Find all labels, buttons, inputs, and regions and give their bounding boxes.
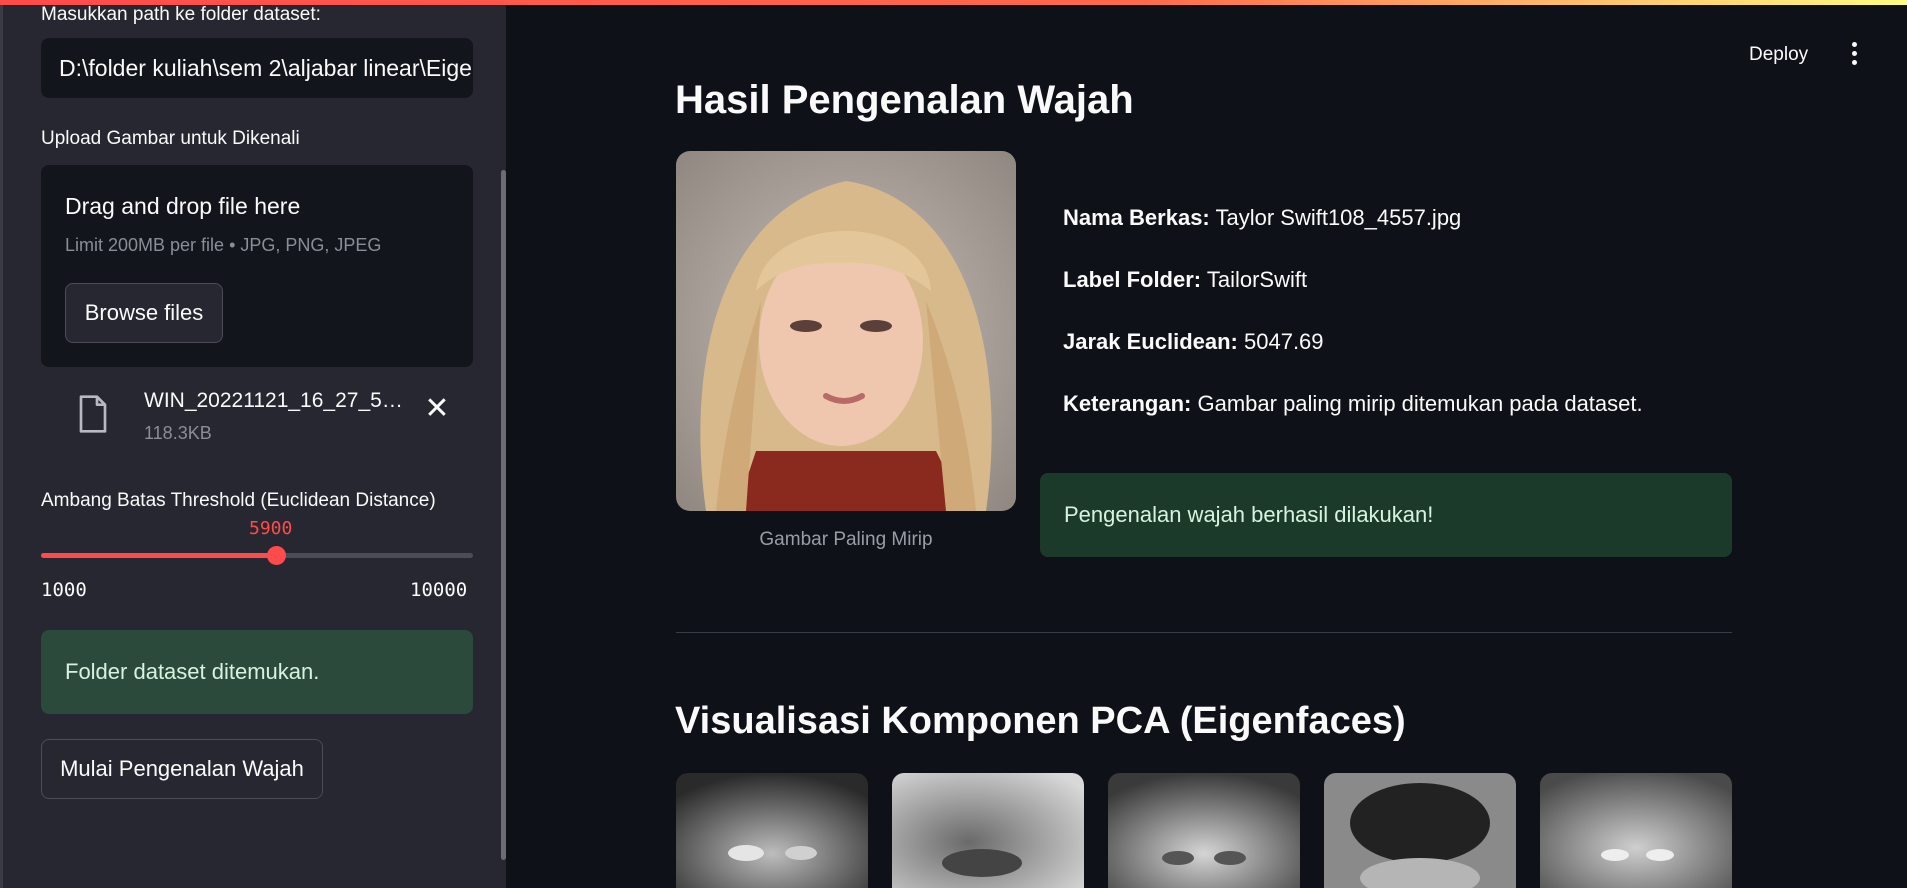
start-recognition-button[interactable]: Mulai Pengenalan Wajah xyxy=(41,739,323,799)
path-label: Masukkan path ke folder dataset: xyxy=(41,4,321,25)
threshold-slider[interactable] xyxy=(41,546,473,565)
info-description: Keterangan: Gambar paling mirip ditemuka… xyxy=(1063,391,1643,416)
sidebar: Masukkan path ke folder dataset: D:\fold… xyxy=(0,0,506,888)
slider-fill xyxy=(41,553,277,558)
info-label-folder: Label Folder: TailorSwift xyxy=(1063,267,1308,292)
threshold-value: 5900 xyxy=(249,518,293,539)
uploaded-file-size: 118.3KB xyxy=(144,423,212,443)
threshold-label: Ambang Batas Threshold (Euclidean Distan… xyxy=(41,490,436,511)
uploaded-file-row: WIN_20221121_16_27_52_Pro.jpg 118.3KB ✕ xyxy=(41,385,473,455)
matched-face-image xyxy=(676,151,1016,511)
threshold-min: 1000 xyxy=(41,579,87,601)
dataset-success-alert: Folder dataset ditemukan. xyxy=(41,630,473,714)
deploy-button[interactable]: Deploy xyxy=(1749,44,1808,66)
dropzone-title: Drag and drop file here xyxy=(65,193,301,219)
image-caption: Gambar Paling Mirip xyxy=(759,529,933,550)
browse-files-button[interactable]: Browse files xyxy=(65,283,223,343)
file-icon xyxy=(79,395,107,433)
info-filename: Nama Berkas: Taylor Swift108_4557.jpg xyxy=(1063,205,1462,230)
sidebar-scrollbar[interactable] xyxy=(501,170,506,860)
section-divider xyxy=(676,632,1732,633)
slider-thumb[interactable] xyxy=(267,546,287,565)
eigenface-image xyxy=(892,773,1084,888)
threshold-max: 10000 xyxy=(410,579,468,601)
pca-section-title: Visualisasi Komponen PCA (Eigenfaces) xyxy=(675,700,1406,742)
recognition-success-alert: Pengenalan wajah berhasil dilakukan! xyxy=(1040,473,1732,557)
uploaded-file-name: WIN_20221121_16_27_52_Pro.jpg xyxy=(144,389,409,412)
page-title: Hasil Pengenalan Wajah xyxy=(675,78,1134,122)
dataset-path-input[interactable]: D:\folder kuliah\sem 2\aljabar linear\Ei… xyxy=(41,38,473,98)
eigenface-image xyxy=(676,773,868,888)
info-euclidean-distance: Jarak Euclidean: 5047.69 xyxy=(1063,329,1324,354)
eigenface-image xyxy=(1540,773,1732,888)
file-dropzone[interactable]: Drag and drop file here Limit 200MB per … xyxy=(41,165,473,367)
eigenface-image xyxy=(1108,773,1300,888)
eigenface-image xyxy=(1324,773,1516,888)
top-decoration-bar xyxy=(0,0,1907,5)
close-icon[interactable]: ✕ xyxy=(419,391,455,427)
upload-label: Upload Gambar untuk Dikenali xyxy=(41,128,300,149)
dropzone-limit-text: Limit 200MB per file • JPG, PNG, JPEG xyxy=(65,235,382,255)
more-vertical-icon[interactable] xyxy=(1844,40,1864,68)
